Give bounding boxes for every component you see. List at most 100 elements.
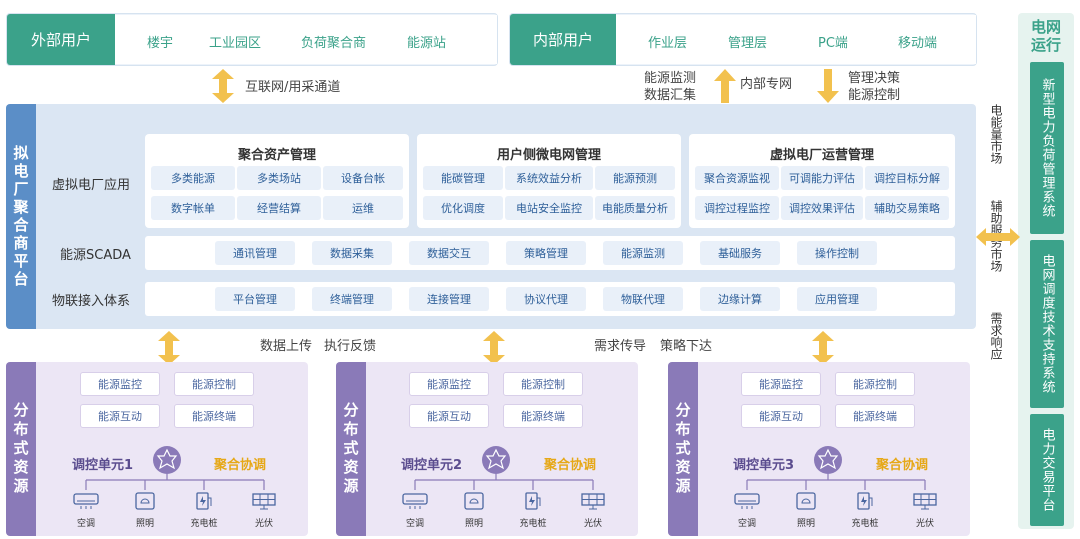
external-users-label: 外部用户: [30, 31, 91, 49]
resource-chip[interactable]: 能源终端: [174, 404, 254, 428]
module-chip[interactable]: 能源预测: [595, 166, 675, 190]
internal-user-item[interactable]: 作业层: [648, 32, 687, 51]
module-chip[interactable]: 多类场站: [237, 166, 321, 190]
resource-chip[interactable]: 能源互动: [80, 404, 160, 428]
module-chip[interactable]: 电站安全监控: [505, 196, 593, 220]
grid-title: 电网运行: [1026, 18, 1066, 54]
scada-strip: 通讯管理 数据采集 数据交互 策略管理 能源监测 基础服务 操作控制: [145, 236, 955, 270]
distributed-title-bar: 分布式资源: [6, 362, 36, 536]
scada-chip[interactable]: 策略管理: [506, 241, 586, 265]
scada-chip[interactable]: 通讯管理: [215, 241, 295, 265]
module-chip[interactable]: 电能质量分析: [595, 196, 675, 220]
module-chip[interactable]: 经营结算: [237, 196, 321, 220]
external-user-item[interactable]: 能源站: [407, 32, 446, 51]
grid-system-box[interactable]: 电力交易平台: [1030, 414, 1064, 526]
device-pv: 光伏: [910, 492, 940, 529]
internal-user-item[interactable]: 移动端: [898, 32, 937, 51]
iot-chip[interactable]: 平台管理: [215, 287, 295, 311]
grid-system-box[interactable]: 电网调度技术支持系统: [1030, 240, 1064, 408]
flow-demand: 需求传导: [594, 339, 647, 354]
module-chip[interactable]: 聚合资源监视: [695, 166, 779, 190]
channel-data-collect: 数据汇集: [644, 88, 697, 103]
resource-chip[interactable]: 能源互动: [409, 404, 489, 428]
iot-chip[interactable]: 协议代理: [506, 287, 586, 311]
module-chip[interactable]: 优化调度: [423, 196, 503, 220]
resource-chip[interactable]: 能源监控: [741, 372, 821, 396]
device-label: 充电桩: [190, 519, 218, 529]
module-chip[interactable]: 调控目标分解: [865, 166, 949, 190]
asset-management-card: 聚合资产管理 多类能源 多类场站 设备台帐 数字帐单 经营结算 运维: [145, 134, 409, 228]
device-light: 照明: [459, 492, 489, 529]
module-chip[interactable]: 数字帐单: [151, 196, 235, 220]
external-user-item[interactable]: 工业园区: [209, 32, 261, 51]
device-pv: 光伏: [249, 492, 279, 529]
internal-user-item[interactable]: 管理层: [728, 32, 767, 51]
resource-chip[interactable]: 能源互动: [741, 404, 821, 428]
resource-chip[interactable]: 能源终端: [835, 404, 915, 428]
resource-chip[interactable]: 能源控制: [835, 372, 915, 396]
bidirectional-arrow-icon: [158, 331, 180, 365]
scada-chip[interactable]: 数据交互: [409, 241, 489, 265]
vpp-operation-card: 虚拟电厂运营管理 聚合资源监视 可调能力评估 调控目标分解 调控过程监控 调控效…: [689, 134, 955, 228]
charging-pile-icon: [525, 492, 541, 510]
internal-users-items: 作业层 管理层 PC端 移动端: [616, 15, 976, 64]
device-label: 空调: [737, 519, 756, 529]
device-charger: 充电桩: [189, 492, 219, 529]
device-label: 照明: [464, 519, 483, 529]
channel-energy-monitor: 能源监测: [644, 71, 697, 86]
module-chip[interactable]: 辅助交易策略: [865, 196, 949, 220]
up-arrow-icon: [714, 69, 736, 103]
iot-row-label: 物联接入体系: [52, 294, 131, 309]
iot-chip[interactable]: 物联代理: [603, 287, 683, 311]
bidirectional-arrow-icon: [212, 69, 234, 103]
resource-chip[interactable]: 能源监控: [409, 372, 489, 396]
module-chip[interactable]: 能碳管理: [423, 166, 503, 190]
flow-strategy: 策略下达: [660, 339, 713, 354]
module-chip[interactable]: 多类能源: [151, 166, 235, 190]
flow-data-upload: 数据上传: [260, 339, 313, 354]
internal-user-item[interactable]: PC端: [818, 32, 848, 51]
distributed-title: 分布式资源: [11, 401, 30, 497]
scada-chip[interactable]: 基础服务: [700, 241, 780, 265]
iot-chip[interactable]: 边缘计算: [700, 287, 780, 311]
charging-pile-icon: [857, 492, 873, 510]
device-label: 空调: [76, 519, 95, 529]
internal-users-bar: 内部用户 作业层 管理层 PC端 移动端: [509, 13, 977, 66]
device-label: 充电桩: [851, 519, 879, 529]
module-chip[interactable]: 设备台帐: [323, 166, 403, 190]
device-light: 照明: [791, 492, 821, 529]
iot-chip[interactable]: 终端管理: [312, 287, 392, 311]
flow-exec-feedback: 执行反馈: [324, 339, 377, 354]
resource-chip[interactable]: 能源控制: [503, 372, 583, 396]
module-chip[interactable]: 系统效益分析: [505, 166, 593, 190]
module-chip[interactable]: 运维: [323, 196, 403, 220]
external-user-item[interactable]: 负荷聚合商: [301, 32, 366, 51]
module-chip[interactable]: 可调能力评估: [781, 166, 863, 190]
channel-mgmt-decision: 管理决策: [848, 71, 901, 86]
device-label: 充电桩: [519, 519, 547, 529]
resource-chip[interactable]: 能源终端: [503, 404, 583, 428]
module-chip[interactable]: 调控效果评估: [781, 196, 863, 220]
scada-chip[interactable]: 操作控制: [797, 241, 877, 265]
device-ac: 空调: [71, 492, 101, 529]
grid-system-label: 新型电力负荷管理系统: [1039, 78, 1055, 218]
module-chip[interactable]: 调控过程监控: [695, 196, 779, 220]
control-hub-tree: [746, 446, 926, 490]
iot-chip[interactable]: 连接管理: [409, 287, 489, 311]
external-user-item[interactable]: 楼宇: [147, 32, 173, 51]
scada-chip[interactable]: 数据采集: [312, 241, 392, 265]
iot-chip[interactable]: 应用管理: [797, 287, 877, 311]
market-demand-response: 需求响应: [989, 312, 1003, 360]
charging-pile-icon: [196, 492, 212, 510]
grid-system-box[interactable]: 新型电力负荷管理系统: [1030, 62, 1064, 234]
resource-chip[interactable]: 能源控制: [174, 372, 254, 396]
card-title: 聚合资产管理: [237, 148, 316, 163]
bidirectional-arrow-icon: [812, 331, 834, 365]
grid-system-label: 电网调度技术支持系统: [1039, 254, 1055, 394]
card-title: 用户侧微电网管理: [496, 148, 601, 163]
resource-chip[interactable]: 能源监控: [80, 372, 160, 396]
channel-energy-control: 能源控制: [848, 88, 901, 103]
air-conditioner-icon: [734, 493, 760, 509]
solar-panel-icon: [252, 493, 276, 510]
scada-chip[interactable]: 能源监测: [603, 241, 683, 265]
